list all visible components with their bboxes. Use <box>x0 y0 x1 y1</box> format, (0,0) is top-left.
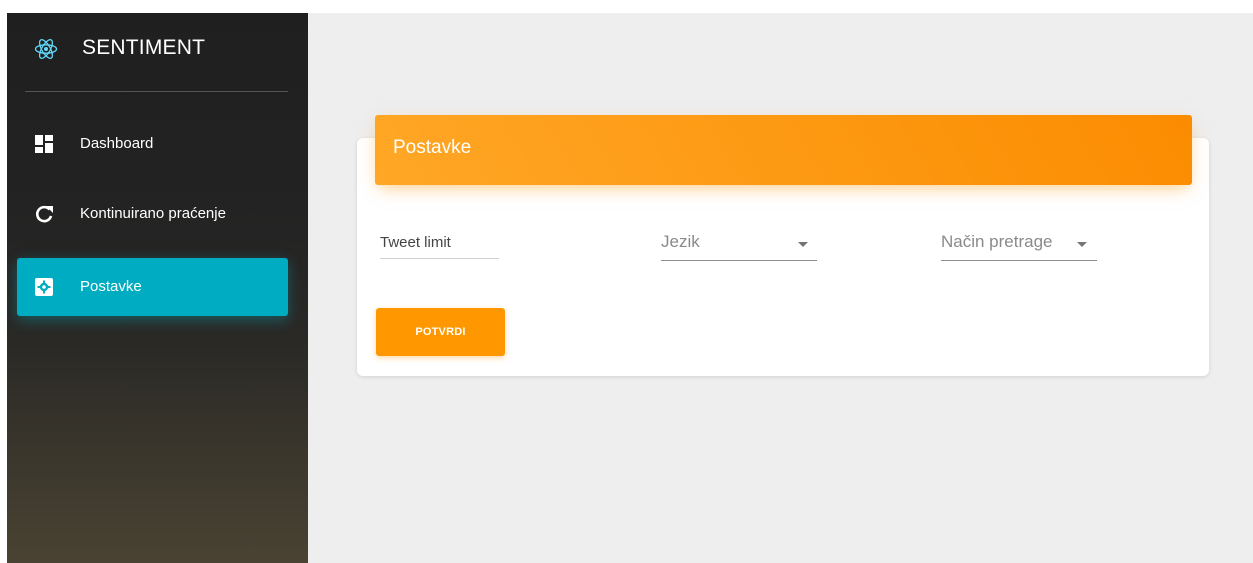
language-select-label: Jezik <box>661 232 700 251</box>
dashboard-icon <box>35 135 53 153</box>
sidebar-item-settings[interactable]: Postavke <box>17 258 288 316</box>
sidebar-item-label: Kontinuirano praćenje <box>80 205 226 222</box>
refresh-icon <box>35 205 53 223</box>
caret-down-icon <box>1077 242 1087 247</box>
card-header: Postavke <box>375 115 1192 185</box>
react-atom-icon <box>34 39 58 59</box>
brand-name: SENTIMENT <box>82 36 206 59</box>
app-window: SENTIMENT Dashboard Kontinuirano praćenj… <box>7 13 1253 563</box>
sidebar: SENTIMENT Dashboard Kontinuirano praćenj… <box>7 13 308 563</box>
language-select[interactable]: Jezik <box>661 228 817 261</box>
search-mode-select-label: Način pretrage <box>941 232 1053 251</box>
sidebar-item-label: Dashboard <box>80 135 154 152</box>
caret-down-icon <box>798 242 808 247</box>
tweet-limit-input[interactable] <box>380 228 499 259</box>
page-title: Postavke <box>393 137 472 158</box>
settings-card: Postavke Jezik Način pretrage POTVRDI <box>357 115 1209 376</box>
settings-icon <box>35 278 53 296</box>
sidebar-item-dashboard[interactable]: Dashboard <box>17 115 288 173</box>
sidebar-item-continuous-monitoring[interactable]: Kontinuirano praćenje <box>17 185 288 243</box>
brand[interactable]: SENTIMENT <box>7 13 308 91</box>
tweet-limit-field <box>380 228 499 259</box>
confirm-button[interactable]: POTVRDI <box>376 308 505 356</box>
sidebar-divider <box>25 91 288 92</box>
sidebar-item-label: Postavke <box>80 278 142 295</box>
search-mode-select[interactable]: Način pretrage <box>941 228 1097 261</box>
